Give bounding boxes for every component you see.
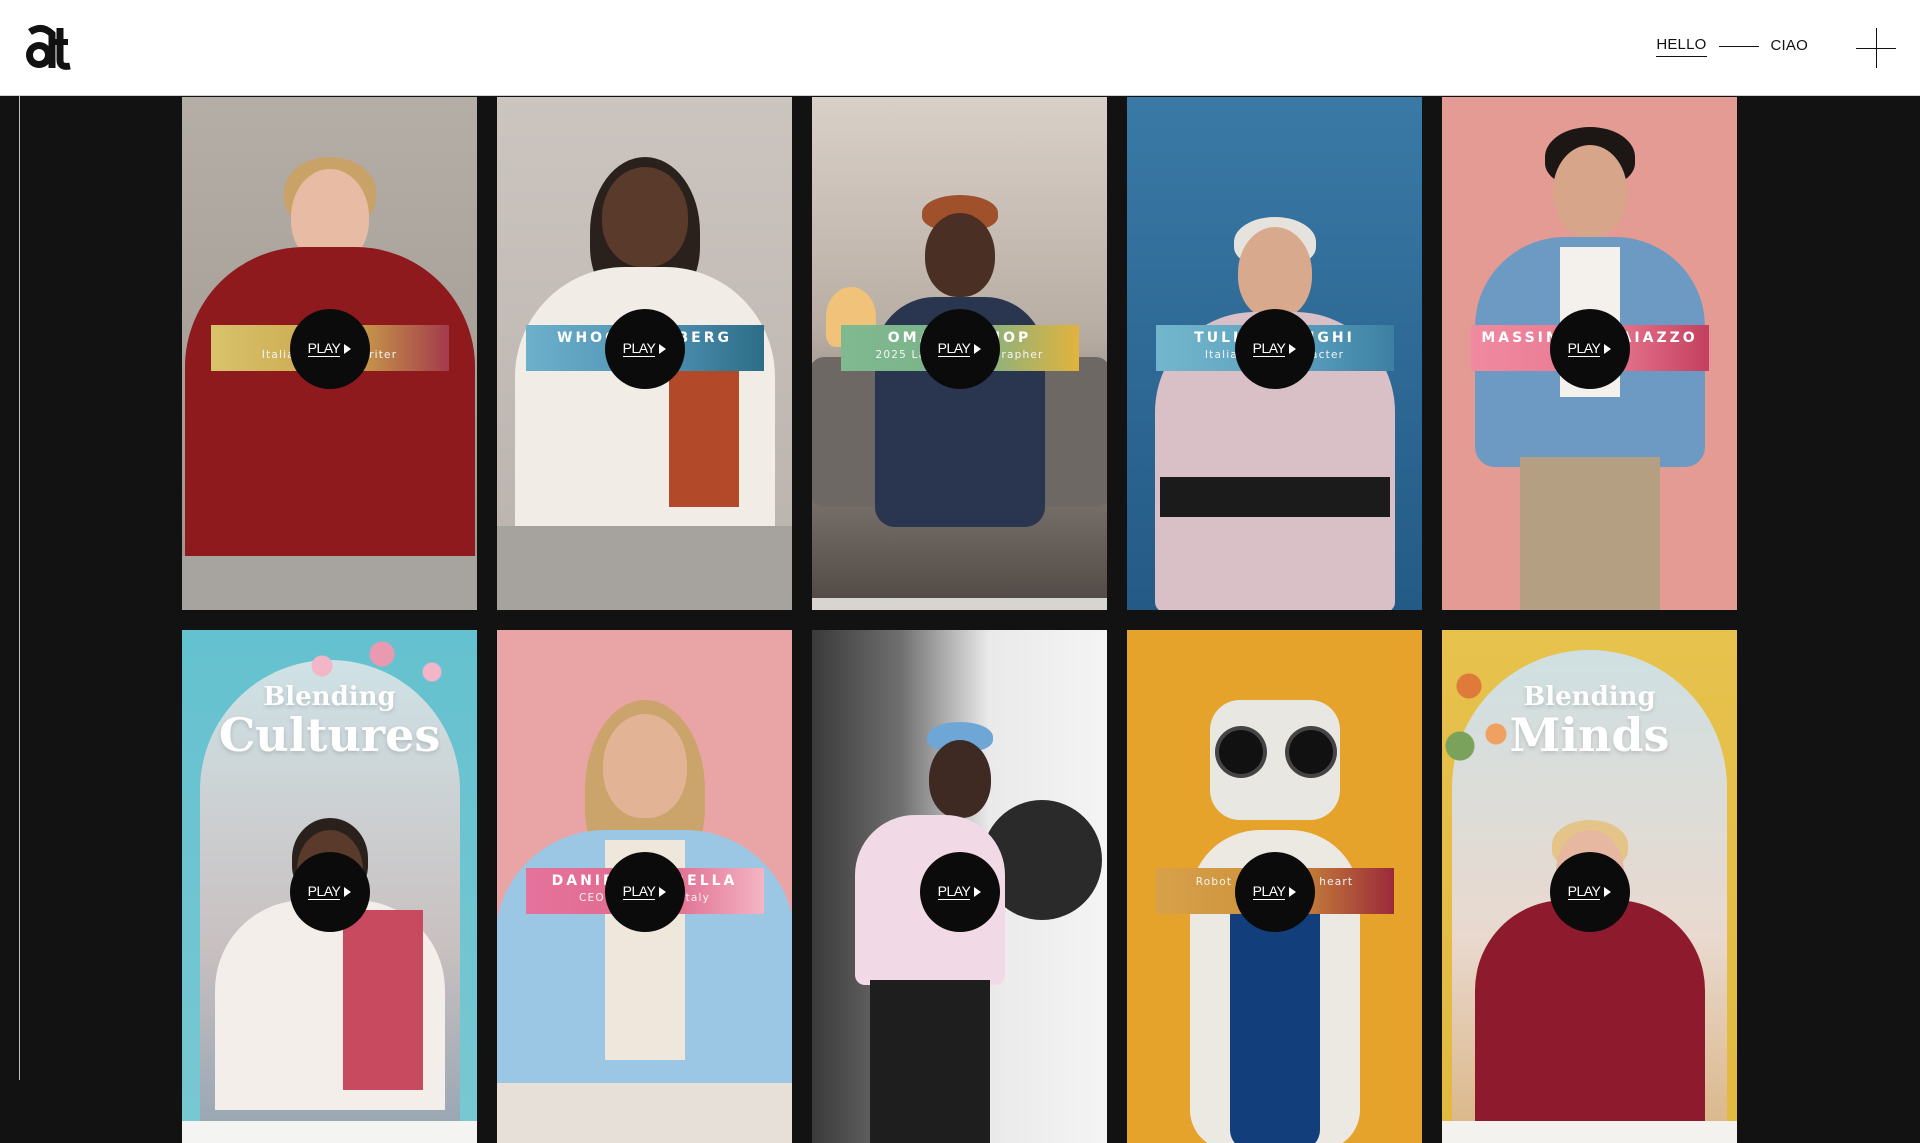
- play-button[interactable]: PLAY: [1234, 309, 1315, 389]
- video-card[interactable]: Blending Cultures PLAY: [182, 630, 477, 1143]
- play-label: PLAY: [622, 883, 656, 900]
- play-icon: [974, 887, 982, 897]
- play-label: PLAY: [937, 883, 971, 900]
- plus-icon[interactable]: [1856, 28, 1896, 68]
- site-header: HELLO CIAO: [0, 0, 1920, 96]
- blending-theme: Cultures: [218, 708, 441, 762]
- play-label: PLAY: [1567, 340, 1601, 357]
- play-label: PLAY: [622, 340, 656, 357]
- play-button[interactable]: PLAY: [1549, 852, 1630, 932]
- lang-divider: [1718, 46, 1759, 47]
- video-card[interactable]: Robot wit... ...man heart PLAY: [1127, 630, 1422, 1143]
- robot-eye-left: [1219, 730, 1263, 774]
- play-icon: [974, 344, 982, 354]
- play-label: PLAY: [307, 883, 341, 900]
- play-label: PLAY: [1252, 340, 1286, 357]
- video-card[interactable]: WHOO... ...BERG P... ...n PLAY: [497, 97, 792, 610]
- play-icon: [1289, 344, 1297, 354]
- play-icon: [1289, 887, 1297, 897]
- play-icon: [1604, 344, 1612, 354]
- language-switcher: HELLO CIAO: [1656, 36, 1808, 57]
- robot-eye-right: [1289, 730, 1333, 774]
- blending-title: Blending Minds: [1442, 682, 1737, 758]
- play-label: PLAY: [937, 340, 971, 357]
- play-label: PLAY: [1252, 883, 1286, 900]
- video-card[interactable]: TULL... ...NGHI Italian p... ...haracter…: [1127, 97, 1422, 610]
- video-card[interactable]: OMAR... DIOP 2025 Lava... ...otographer …: [812, 97, 1107, 610]
- video-card[interactable]: PLAY: [812, 630, 1107, 1143]
- video-card[interactable]: M Italian r... ...ngwriter PLAY: [182, 97, 477, 610]
- play-icon: [659, 887, 667, 897]
- play-icon: [344, 887, 352, 897]
- play-button[interactable]: PLAY: [289, 852, 370, 932]
- play-icon: [344, 344, 352, 354]
- play-label: PLAY: [307, 340, 341, 357]
- play-button[interactable]: PLAY: [604, 852, 685, 932]
- play-button[interactable]: PLAY: [919, 852, 1000, 932]
- play-icon: [659, 344, 667, 354]
- blending-theme: Minds: [1509, 708, 1670, 762]
- video-card[interactable]: Blending Minds PLAY: [1442, 630, 1737, 1143]
- play-label: PLAY: [1567, 883, 1601, 900]
- blossom-branch: [262, 630, 462, 690]
- play-button[interactable]: PLAY: [1234, 852, 1315, 932]
- video-card[interactable]: MASSIM... ...AIAZZO PLAY: [1442, 97, 1737, 610]
- brand-logo-icon[interactable]: [22, 22, 74, 74]
- video-card[interactable]: DANIE... ...RELLA CEO Sa... ...en, Italy…: [497, 630, 792, 1143]
- play-button[interactable]: PLAY: [1549, 309, 1630, 389]
- video-grid: M Italian r... ...ngwriter PLAY WHOO... …: [182, 97, 1737, 1143]
- lang-ciao[interactable]: CIAO: [1771, 37, 1808, 57]
- play-button[interactable]: PLAY: [604, 309, 685, 389]
- lang-hello[interactable]: HELLO: [1656, 36, 1707, 57]
- play-button[interactable]: PLAY: [919, 309, 1000, 389]
- left-rail-line: [19, 96, 20, 1080]
- play-button[interactable]: PLAY: [289, 309, 370, 389]
- blending-title: Blending Cultures: [182, 682, 477, 758]
- play-icon: [1604, 887, 1612, 897]
